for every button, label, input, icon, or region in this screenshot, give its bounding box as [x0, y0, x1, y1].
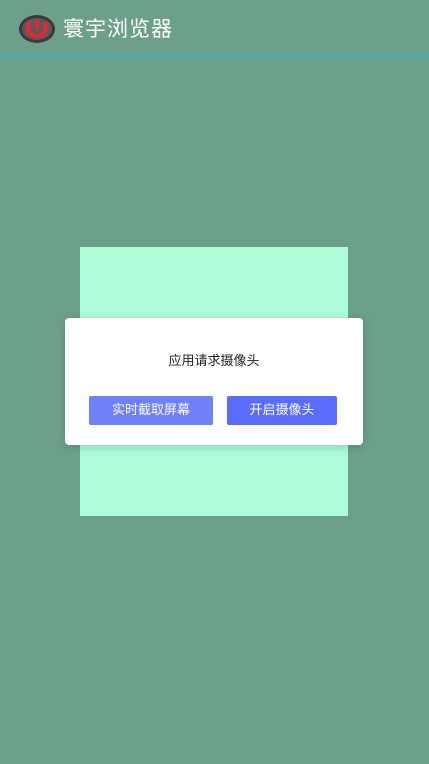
- title-bar: 寰宇浏览器: [0, 0, 429, 55]
- power-logo-icon: [19, 15, 55, 43]
- capture-screen-button[interactable]: 实时截取屏幕: [89, 396, 213, 425]
- open-camera-button[interactable]: 开启摄像头: [227, 396, 337, 425]
- browser-screen: 寰宇浏览器 应用请求摄像头 实时截取屏幕 开启摄像头: [0, 0, 429, 764]
- title-bar-divider: [0, 55, 429, 57]
- app-title: 寰宇浏览器: [63, 17, 173, 41]
- camera-permission-dialog: 应用请求摄像头 实时截取屏幕 开启摄像头: [65, 318, 363, 445]
- dialog-message: 应用请求摄像头: [168, 354, 260, 369]
